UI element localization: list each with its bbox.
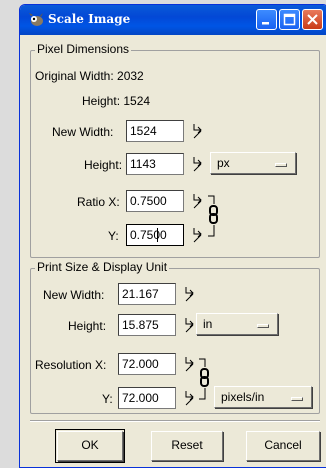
pixel-height-label: Height: <box>84 158 123 172</box>
spin-arrows-icon[interactable] <box>182 353 196 375</box>
minimize-button[interactable] <box>256 9 277 30</box>
wilber-icon <box>29 13 43 26</box>
pixel-height-input[interactable] <box>126 153 184 175</box>
spin-arrows-icon[interactable] <box>182 314 196 336</box>
ratio-x-input[interactable] <box>126 190 184 212</box>
print-unit-dropdown[interactable]: in <box>196 313 278 335</box>
resolution-unit-value: pixels/in <box>221 390 265 404</box>
resolution-y-input[interactable] <box>118 387 176 409</box>
button-separator <box>30 420 320 422</box>
spin-arrows-icon[interactable] <box>190 153 204 175</box>
resolution-x-input[interactable] <box>118 353 176 375</box>
pixel-new-width-input[interactable] <box>126 120 184 142</box>
print-new-width-input[interactable] <box>118 283 176 305</box>
dropdown-indicator-icon <box>257 324 269 328</box>
print-height-label: Height: <box>68 319 107 333</box>
new-width-label: New Width: <box>52 125 114 139</box>
close-icon <box>307 14 318 25</box>
dropdown-indicator-icon <box>291 397 303 401</box>
ratio-x-label: Ratio X: <box>77 195 120 209</box>
pixel-dimensions-legend: Pixel Dimensions <box>35 42 132 56</box>
print-size-legend: Print Size & Display Unit <box>35 260 170 274</box>
scale-image-dialog: Scale Image Pixel Dimensions Original Wi… <box>19 4 326 468</box>
close-button[interactable] <box>302 9 323 30</box>
resolution-y-label: Y: <box>102 392 113 406</box>
dropdown-indicator-icon <box>275 163 287 167</box>
pixel-unit-dropdown[interactable]: px <box>210 152 296 174</box>
original-width-label: Original Width: 2032 <box>35 69 144 83</box>
resolution-unit-dropdown[interactable]: pixels/in <box>214 386 312 408</box>
text-cursor <box>157 228 158 242</box>
pixel-unit-value: px <box>217 156 230 170</box>
spin-arrows-icon[interactable] <box>190 224 204 246</box>
window-title: Scale Image <box>48 12 131 26</box>
print-new-width-label: New Width: <box>43 288 105 302</box>
reset-button[interactable]: Reset <box>151 431 223 461</box>
original-height-label: Height: 1524 <box>82 94 151 108</box>
spin-arrows-icon[interactable] <box>182 283 196 305</box>
print-height-input[interactable] <box>118 314 176 336</box>
maximize-button[interactable] <box>279 9 300 30</box>
chain-link-icon[interactable] <box>206 194 220 240</box>
spin-arrows-icon[interactable] <box>190 190 204 212</box>
chain-link-icon[interactable] <box>197 357 211 403</box>
print-unit-value: in <box>203 317 213 331</box>
minimize-icon <box>262 22 269 25</box>
maximize-icon <box>283 13 296 26</box>
resolution-x-label: Resolution X: <box>35 358 107 372</box>
ratio-y-input[interactable] <box>126 224 184 246</box>
spin-arrows-icon[interactable] <box>190 120 204 142</box>
ratio-y-label: Y: <box>108 229 119 243</box>
spin-arrows-icon[interactable] <box>182 387 196 409</box>
title-bar[interactable]: Scale Image <box>20 5 326 35</box>
cancel-button[interactable]: Cancel <box>246 431 320 461</box>
ok-button[interactable]: OK <box>55 429 125 463</box>
